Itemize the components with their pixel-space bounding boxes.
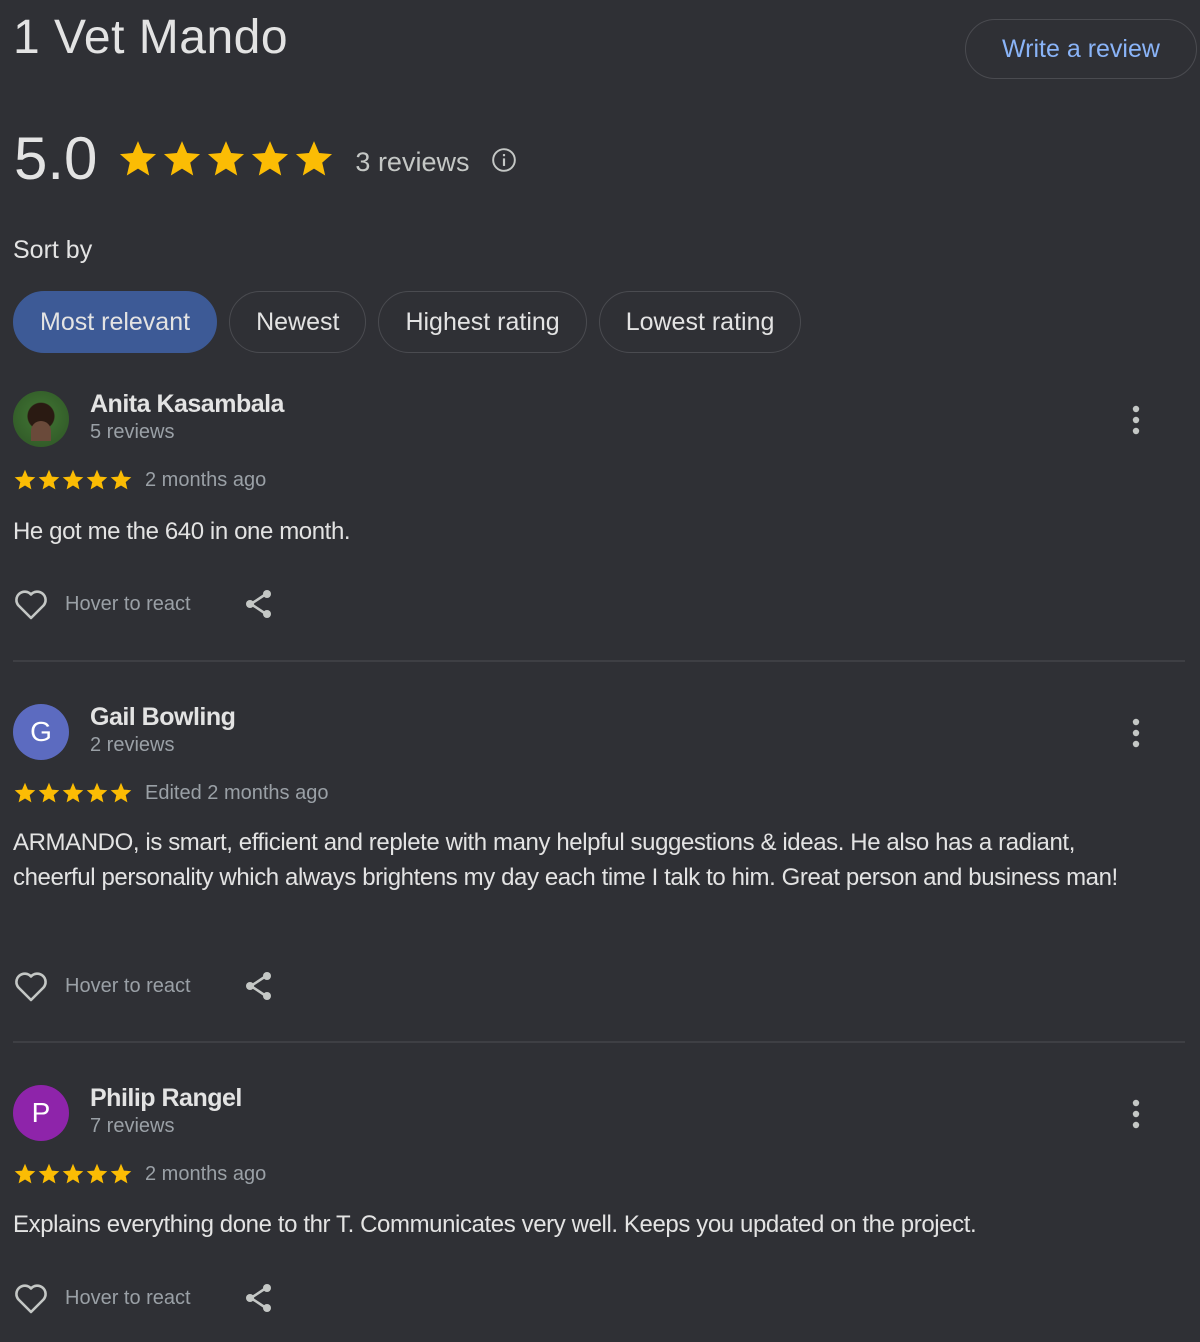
- review-card: P Philip Rangel 7 reviews 2 months ago E…: [13, 1084, 1185, 1342]
- star-icon: [296, 140, 333, 175]
- heart-outline-icon[interactable]: [13, 587, 49, 621]
- more-vert-icon[interactable]: [1121, 403, 1151, 437]
- review-actions: Hover to react: [13, 1281, 275, 1315]
- star-icon: [110, 782, 132, 803]
- review-count: 3 reviews: [355, 147, 470, 177]
- star-icon: [38, 782, 60, 803]
- star-icon: [110, 1163, 132, 1184]
- review-card: Anita Kasambala 5 reviews 2 months ago H…: [13, 390, 1185, 641]
- review-text: He got me the 640 in one month.: [13, 518, 351, 545]
- review-stars: [13, 781, 133, 805]
- sort-chip-lowest-rating[interactable]: Lowest rating: [598, 291, 802, 353]
- review-stars: [13, 1162, 133, 1186]
- star-icon: [62, 469, 84, 490]
- review-rating-row: 2 months ago: [13, 1162, 266, 1186]
- star-icon: [14, 1163, 36, 1184]
- review-actions: Hover to react: [13, 969, 275, 1003]
- sort-chips: Most relevant Newest Highest rating Lowe…: [13, 291, 802, 353]
- sort-chip-highest-rating[interactable]: Highest rating: [378, 291, 587, 353]
- review-stars: [13, 468, 133, 492]
- sort-chip-most-relevant[interactable]: Most relevant: [13, 291, 218, 353]
- star-icon: [38, 469, 60, 490]
- review-text: Explains everything done to thr T. Commu…: [13, 1211, 977, 1238]
- reviewer-name[interactable]: Gail Bowling: [90, 703, 236, 732]
- review-card: G Gail Bowling 2 reviews Edited 2 months…: [13, 703, 1185, 1024]
- review-divider: [13, 660, 1185, 662]
- star-icon: [86, 782, 108, 803]
- info-icon[interactable]: [491, 147, 517, 173]
- star-icon: [38, 1163, 60, 1184]
- star-icon: [110, 469, 132, 490]
- star-icon: [62, 782, 84, 803]
- review-rating-row: 2 months ago: [13, 468, 266, 492]
- review-text: ARMANDO, is smart, efficient and replete…: [13, 829, 1118, 891]
- star-icon: [86, 469, 108, 490]
- review-date: Edited 2 months ago: [145, 781, 329, 804]
- rating-stars: [117, 138, 335, 180]
- more-vert-icon[interactable]: [1121, 1097, 1151, 1131]
- star-icon: [164, 140, 201, 175]
- hover-to-react-label[interactable]: Hover to react: [65, 593, 191, 616]
- review-rating-row: Edited 2 months ago: [13, 781, 328, 805]
- review-actions: Hover to react: [13, 587, 275, 621]
- reviewer-name[interactable]: Anita Kasambala: [90, 390, 284, 419]
- star-icon: [252, 140, 289, 175]
- star-icon: [62, 1163, 84, 1184]
- review-date: 2 months ago: [145, 1162, 267, 1185]
- more-vert-icon[interactable]: [1121, 716, 1151, 750]
- rating-score: 5.0: [14, 125, 98, 192]
- sort-chip-newest[interactable]: Newest: [229, 291, 367, 353]
- review-date: 2 months ago: [145, 468, 267, 491]
- reviewer-review-count: 2 reviews: [90, 734, 175, 756]
- heart-outline-icon[interactable]: [13, 1281, 49, 1315]
- avatar[interactable]: G: [13, 704, 69, 760]
- star-icon: [14, 782, 36, 803]
- hover-to-react-label[interactable]: Hover to react: [65, 975, 191, 998]
- avatar[interactable]: P: [13, 1085, 69, 1141]
- reviewer-review-count: 7 reviews: [90, 1115, 175, 1137]
- avatar[interactable]: [13, 391, 69, 447]
- heart-outline-icon[interactable]: [13, 969, 49, 1003]
- share-icon[interactable]: [243, 1282, 275, 1314]
- reviewer-name[interactable]: Philip Rangel: [90, 1084, 242, 1113]
- review-divider: [13, 1041, 1185, 1043]
- share-icon[interactable]: [243, 588, 275, 620]
- star-icon: [14, 469, 36, 490]
- sort-by-label: Sort by: [13, 236, 93, 264]
- write-review-button[interactable]: Write a review: [965, 19, 1197, 79]
- hover-to-react-label[interactable]: Hover to react: [65, 1287, 191, 1310]
- star-icon: [120, 140, 157, 175]
- reviewer-review-count: 5 reviews: [90, 421, 175, 443]
- place-title: 1 Vet Mando: [13, 11, 289, 64]
- rating-summary: 5.0 3 reviews: [14, 124, 517, 193]
- star-icon: [208, 140, 245, 175]
- share-icon[interactable]: [243, 970, 275, 1002]
- star-icon: [86, 1163, 108, 1184]
